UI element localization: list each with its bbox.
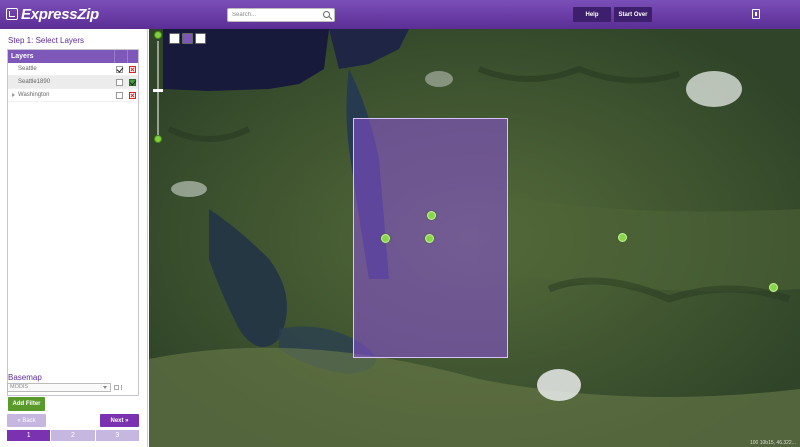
zoom-in-icon[interactable] [154,31,162,39]
basemap-select[interactable]: MODIS [7,383,111,392]
zoom-handle[interactable] [153,89,163,92]
layer-visibility-checkbox[interactable] [116,66,123,73]
logo-text: ExpressZip [21,5,99,23]
layer-label: Seattle1890 [18,79,51,85]
delete-column-header [127,50,139,63]
layers-header: Layers [8,50,138,63]
basemap-option-divider [121,385,124,390]
search-input[interactable] [228,9,318,21]
layers-panel: Layers Seattle Seattle1890 Washington [7,49,139,396]
search-icon[interactable] [323,11,330,18]
layer-row-seattle[interactable]: Seattle [8,63,138,76]
selection-extent[interactable] [353,118,508,358]
layer-visibility-checkbox[interactable] [116,92,123,99]
map-marker[interactable] [427,211,436,220]
map-marker[interactable] [618,233,627,242]
step-3[interactable]: 3 [94,430,139,441]
layer-label: Washington [18,92,50,98]
add-filter-button[interactable]: Add Filter [8,397,45,411]
zoom-track[interactable] [157,41,159,135]
map-marker[interactable] [425,234,434,243]
step-2[interactable]: 2 [50,430,95,441]
app-header: ExpressZip Help Start Over [0,0,800,29]
layer-row-washington[interactable]: Washington [8,89,138,102]
sidebar: Step 1: Select Layers Layers Seattle Sea… [0,29,148,447]
step-title: Step 1: Select Layers [8,36,85,45]
remove-layer-icon[interactable] [129,92,136,99]
step-progress: 1 2 3 [7,430,139,441]
map-attribution: 100 10b15, 46.322... [750,440,796,446]
layer-label: Seattle [18,66,37,72]
start-over-button[interactable]: Start Over [614,7,652,22]
visibility-column-header [114,50,126,63]
layer-visibility-checkbox[interactable] [116,79,123,86]
basemap-option-checkbox[interactable] [114,385,119,390]
map-view[interactable]: 100 10b15, 46.322... [149,29,800,447]
logo-icon [6,8,18,20]
basemap-selected-value: MODIS [10,384,29,390]
search-box[interactable] [227,8,335,22]
pan-hand-icon[interactable] [182,33,193,44]
layer-selected-checkbox[interactable] [129,79,136,86]
basemap-label: Basemap [8,373,42,382]
back-button[interactable]: « Back [7,414,46,427]
zoom-slider[interactable] [153,31,163,143]
next-button[interactable]: Next » [100,414,139,427]
layers-header-label: Layers [11,53,34,60]
globe-icon[interactable] [169,33,180,44]
remove-layer-icon[interactable] [129,66,136,73]
chevron-down-icon [103,386,107,389]
zoom-out-icon[interactable] [154,135,162,143]
zoom-box-icon[interactable] [195,33,206,44]
expand-arrow-icon[interactable] [12,93,15,97]
step-1[interactable]: 1 [7,430,51,441]
exit-icon[interactable] [752,9,760,19]
map-marker[interactable] [381,234,390,243]
help-button[interactable]: Help [573,7,611,22]
map-toolbar [169,33,206,44]
map-marker[interactable] [769,283,778,292]
app-logo[interactable]: ExpressZip [6,5,99,23]
layer-row-seattle1890[interactable]: Seattle1890 [8,76,138,89]
